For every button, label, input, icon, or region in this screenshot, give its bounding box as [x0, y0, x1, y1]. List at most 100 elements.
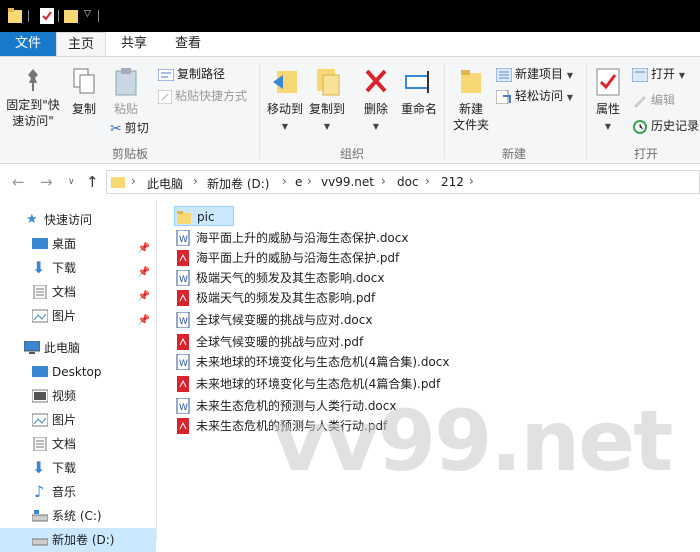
tab-home[interactable]: 主页: [56, 32, 106, 56]
pin-to-quick-access-button[interactable]: 固定到"快 速访问": [4, 67, 62, 129]
nav-item-desktop[interactable]: 桌面 📌: [0, 232, 156, 256]
breadcrumb-separator-icon[interactable]: ›: [425, 174, 430, 188]
copy-button[interactable]: 复制: [66, 67, 102, 117]
nav-desktop-label: 桌面: [52, 237, 77, 251]
forward-arrow-icon[interactable]: →: [40, 173, 53, 191]
nav-documents-label: 文档: [52, 285, 77, 299]
delete-x-icon: [365, 69, 387, 93]
svg-text:W: W: [179, 235, 188, 245]
svg-text:W: W: [179, 275, 188, 285]
cut-button[interactable]: ✂ 剪切: [110, 119, 149, 137]
folder-icon[interactable]: [8, 8, 22, 24]
breadcrumb-separator-icon[interactable]: ›: [282, 174, 287, 188]
copy-path-button[interactable]: 复制路径: [158, 65, 225, 83]
tab-view[interactable]: 查看: [162, 32, 214, 56]
customize-dropdown-icon[interactable]: ▽: [84, 9, 91, 19]
file-name: 海平面上升的威胁与沿海生态保护.docx: [196, 231, 409, 245]
breadcrumb-doc[interactable]: doc: [397, 175, 419, 189]
breadcrumb-separator-icon[interactable]: ›: [131, 174, 136, 188]
file-name: pic: [197, 210, 215, 224]
tab-share[interactable]: 共享: [110, 32, 158, 56]
new-folder-button[interactable]: 新建 文件夹: [450, 67, 492, 133]
new-group-label: 新建: [501, 147, 526, 161]
delete-button[interactable]: 删除 ▼: [358, 67, 394, 135]
file-name: 未来生态危机的预测与人类行动.pdf: [196, 419, 388, 433]
breadcrumb-separator-icon[interactable]: ›: [469, 174, 474, 188]
up-arrow-icon[interactable]: ↑: [86, 173, 99, 191]
pin-label-line1: 固定到"快: [6, 98, 60, 112]
nav-item-pc-documents[interactable]: 文档: [0, 432, 156, 456]
properties-button[interactable]: 属性 ▼: [590, 67, 626, 135]
file-row-pic-folder[interactable]: pic: [174, 206, 234, 226]
properties-label: 属性: [595, 102, 620, 116]
move-to-button[interactable]: 移动到 ▼: [264, 67, 306, 135]
desktop-icon: [32, 238, 48, 249]
nav-item-pictures[interactable]: 图片 📌: [0, 304, 156, 328]
new-folder-label-1: 新建: [458, 102, 483, 116]
breadcrumb-this-pc[interactable]: 此电脑: [147, 175, 183, 192]
edit-button[interactable]: 编辑: [632, 91, 675, 109]
open-icon: [632, 67, 648, 82]
paste-shortcut-button[interactable]: 粘贴快捷方式: [158, 87, 247, 105]
copy-to-label: 复制到: [308, 102, 345, 116]
nav-item-music[interactable]: ♪ 音乐: [0, 480, 156, 504]
open-button[interactable]: 打开 ▼: [632, 65, 685, 83]
star-icon: ★: [26, 212, 38, 227]
folder-icon: [177, 211, 191, 224]
copy-to-button[interactable]: 复制到 ▼: [306, 67, 348, 135]
nav-item-pc-downloads[interactable]: ⬇ 下载: [0, 456, 156, 480]
recent-locations-icon[interactable]: ∨: [68, 177, 75, 187]
open-group-label: 打开: [633, 147, 658, 161]
nav-item-videos[interactable]: 视频: [0, 384, 156, 408]
word-docx-icon: W: [176, 398, 190, 414]
copy-to-icon: [317, 69, 340, 96]
paste-icon: [115, 68, 137, 96]
nav-item-downloads[interactable]: ⬇ 下载 📌: [0, 256, 156, 280]
new-folder-quick-icon[interactable]: [64, 8, 78, 24]
open-label: 打开: [651, 67, 676, 81]
breadcrumb-separator-icon[interactable]: ›: [307, 174, 312, 188]
pdf-icon: [177, 418, 189, 434]
rename-label: 重命名: [400, 102, 437, 116]
desktop-icon: [32, 366, 48, 377]
file-name: 未来地球的环境变化与生态危机(4篇合集).pdf: [196, 377, 441, 391]
nav-videos-label: 视频: [52, 389, 77, 403]
file-name: 全球气候变暖的挑战与应对.pdf: [196, 335, 364, 349]
new-item-button[interactable]: 新建项目 ▼: [496, 65, 573, 83]
nav-item-drive-d[interactable]: 新加卷 (D:): [0, 528, 156, 552]
copy-path-label: 复制路径: [177, 67, 226, 81]
history-button[interactable]: 历史记录: [632, 117, 699, 135]
word-docx-icon: W: [176, 312, 190, 328]
breadcrumb-vv99[interactable]: vv99.net: [321, 175, 374, 189]
svg-text:W: W: [179, 317, 188, 327]
properties-quick-icon[interactable]: [40, 8, 54, 24]
nav-pictures-label: 图片: [52, 309, 77, 323]
pdf-icon: [177, 334, 189, 350]
nav-this-pc[interactable]: 此电脑: [0, 336, 156, 360]
paste-button[interactable]: 粘贴: [108, 67, 144, 117]
nav-pc-pictures-label: 图片: [52, 413, 77, 427]
breadcrumb-drive-d[interactable]: 新加卷 (D:): [207, 175, 269, 192]
paste-shortcut-icon: [158, 89, 172, 104]
nav-this-pc-label: 此电脑: [44, 341, 81, 355]
tab-file[interactable]: 文件: [0, 32, 56, 56]
nav-quick-access-label: 快速访问: [44, 213, 93, 227]
back-arrow-icon[interactable]: ←: [12, 173, 25, 191]
easy-access-button[interactable]: 轻松访问 ▼: [496, 87, 573, 105]
nav-quick-access[interactable]: ★ 快速访问: [0, 208, 156, 232]
breadcrumb-separator-icon[interactable]: ›: [381, 174, 386, 188]
nav-item-pc-pictures[interactable]: 图片: [0, 408, 156, 432]
pdf-icon: [177, 290, 189, 306]
nav-item-documents[interactable]: 文档 📌: [0, 280, 156, 304]
breadcrumb-e[interactable]: e: [295, 175, 302, 189]
file-name: 海平面上升的威胁与沿海生态保护.pdf: [196, 251, 400, 265]
documents-icon: [33, 437, 47, 451]
nav-item-pc-desktop[interactable]: Desktop: [0, 360, 156, 384]
breadcrumb-212[interactable]: 212: [441, 175, 464, 189]
address-bar[interactable]: › 此电脑 › 新加卷 (D:) › e › vv99.net › doc › …: [106, 170, 700, 194]
rename-button[interactable]: 重命名: [398, 67, 440, 117]
paste-label: 粘贴: [113, 102, 138, 116]
breadcrumb-separator-icon[interactable]: ›: [193, 174, 198, 188]
word-docx-icon: W: [176, 230, 190, 246]
nav-item-drive-c[interactable]: 系统 (C:): [0, 504, 156, 528]
